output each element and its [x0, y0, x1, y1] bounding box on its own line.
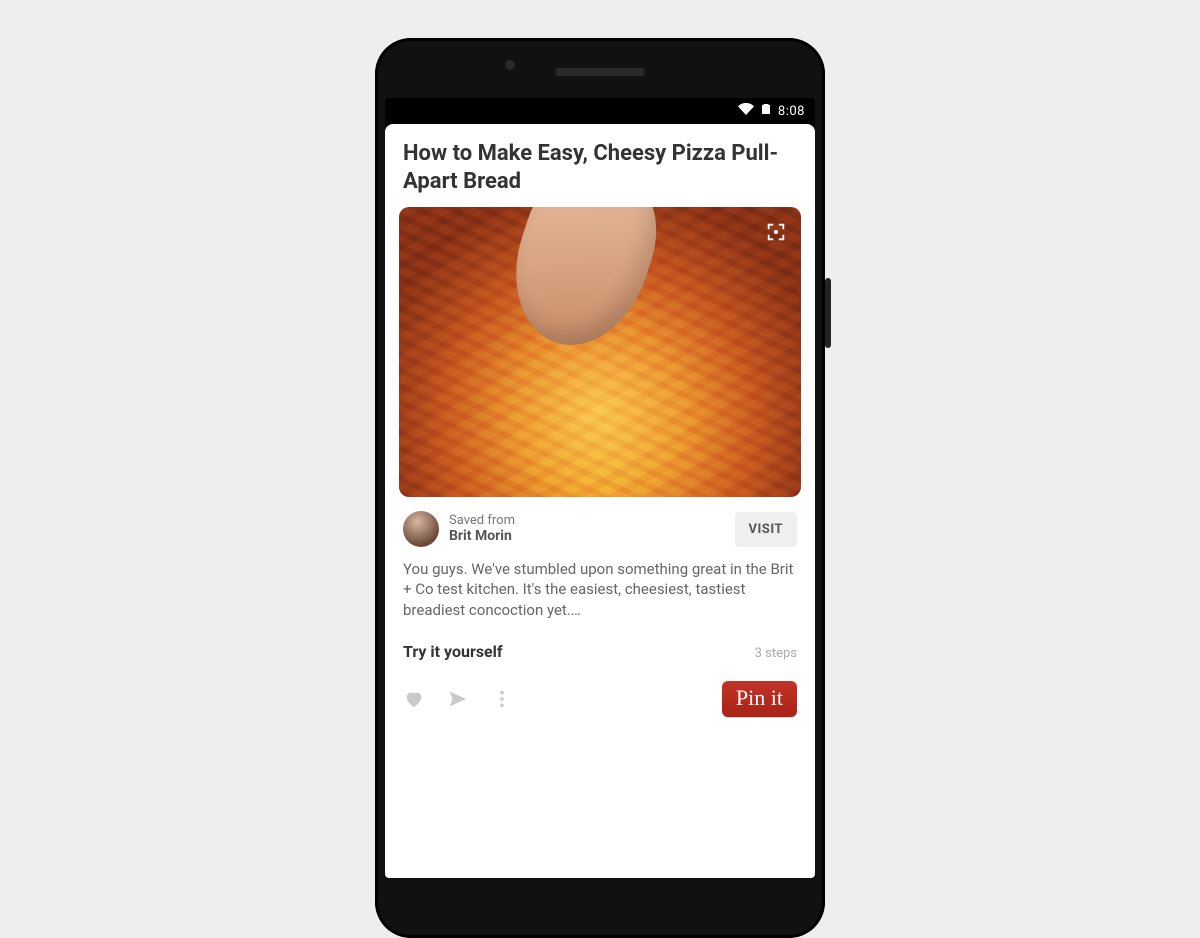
try-row: Try it yourself 3 steps [385, 634, 815, 675]
status-time: 8:08 [778, 104, 805, 119]
pin-detail-card: How to Make Easy, Cheesy Pizza Pull-Apar… [385, 124, 815, 878]
step-count: 3 steps [755, 646, 797, 661]
send-icon [447, 688, 469, 710]
status-bar: 8:08 [385, 98, 815, 124]
author-name: Brit Morin [449, 528, 725, 545]
send-button[interactable] [447, 688, 469, 710]
saved-from-label: Saved from [449, 513, 725, 529]
wifi-icon [738, 101, 754, 121]
pin-it-button[interactable]: Pin it [722, 681, 797, 717]
phone-camera [505, 60, 515, 70]
visit-button[interactable]: VISIT [735, 512, 797, 547]
like-button[interactable] [403, 688, 425, 710]
battery-icon [760, 101, 772, 121]
pin-hero-image[interactable] [399, 207, 801, 497]
avatar[interactable] [403, 511, 439, 547]
try-it-label: Try it yourself [403, 642, 503, 661]
bottom-action-bar: Pin it [385, 675, 815, 729]
source-row: Saved from Brit Morin VISIT [385, 497, 815, 555]
expand-icon [765, 221, 787, 243]
phone-screen: 8:08 How to Make Easy, Cheesy Pizza Pull… [385, 98, 815, 878]
phone-speaker [555, 68, 645, 76]
more-button[interactable] [491, 688, 513, 710]
more-icon [491, 688, 513, 710]
phone-frame: 8:08 How to Make Easy, Cheesy Pizza Pull… [375, 38, 825, 938]
heart-icon [403, 688, 425, 710]
expand-button[interactable] [761, 217, 791, 247]
pin-title: How to Make Easy, Cheesy Pizza Pull-Apar… [385, 124, 815, 207]
pin-description: You guys. We've stumbled upon something … [385, 555, 815, 634]
source-text[interactable]: Saved from Brit Morin [449, 513, 725, 545]
